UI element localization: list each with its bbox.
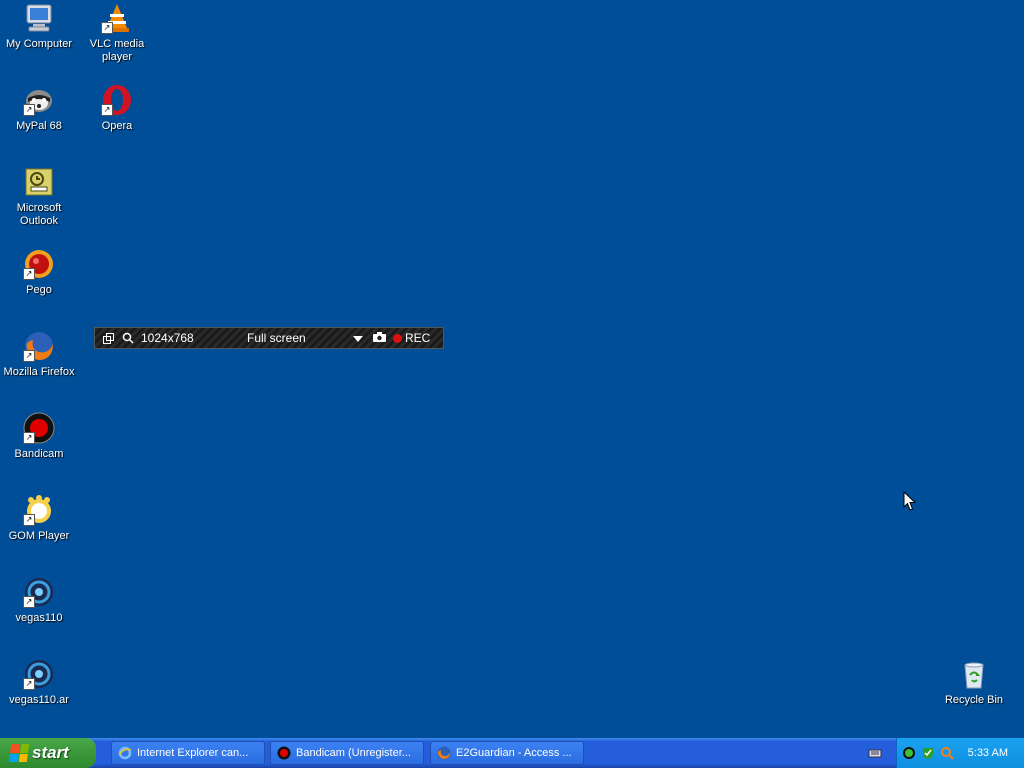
bandicam-capture-bar[interactable]: 1024x768 Full screen REC [94, 327, 444, 349]
clock[interactable]: 5:33 AM [968, 747, 1008, 759]
desktop-icon-label: VLC media player [89, 38, 145, 63]
magnifier-icon[interactable] [121, 331, 135, 345]
desktop-icon-vegas110-ar[interactable]: ↗ vegas110.ar [0, 658, 78, 707]
desktop-icon-bandicam[interactable]: ↗ Bandicam [0, 412, 78, 461]
system-tray: 5:33 AM [896, 738, 1024, 768]
shortcut-arrow-icon: ↗ [101, 22, 113, 34]
camera-icon[interactable] [373, 331, 389, 345]
shortcut-arrow-icon: ↗ [101, 104, 113, 116]
window-select-icon[interactable] [101, 331, 115, 345]
shortcut-arrow-icon: ↗ [23, 104, 35, 116]
desktop-icon-vegas110[interactable]: ↗ vegas110 [0, 576, 78, 625]
desktop-icon-opera[interactable]: ↗ Opera [78, 84, 156, 133]
security-shield-icon[interactable] [921, 746, 935, 760]
desktop-icon-label: GOM Player [8, 530, 70, 542]
chevron-down-icon[interactable] [353, 331, 367, 345]
desktop-icon-mypal[interactable]: ↗ MyPal 68 [0, 84, 78, 133]
network-status-icon[interactable] [902, 746, 916, 760]
record-button[interactable]: REC [393, 331, 430, 345]
bandicam-icon: ↗ [23, 412, 55, 444]
desktop-icon-my-computer[interactable]: My Computer [0, 2, 78, 51]
desktop-icon-label: Bandicam [14, 448, 64, 460]
windows-logo-icon [8, 744, 30, 762]
gom-player-icon: ↗ [23, 494, 55, 526]
taskbar-button-internet-explorer[interactable]: Internet Explorer can... [111, 741, 265, 765]
desktop-icon-label: Opera [101, 120, 133, 132]
desktop-icon-label: vegas110.ar [9, 694, 69, 706]
taskbar-button-label: Bandicam (Unregister... [296, 747, 411, 759]
shortcut-arrow-icon: ↗ [23, 678, 35, 690]
keyboard-icon[interactable] [868, 746, 882, 760]
start-label: start [32, 743, 69, 762]
internet-explorer-icon [118, 746, 132, 760]
capture-mode-label[interactable]: Full screen [247, 331, 347, 345]
pego-icon: ↗ [23, 248, 55, 280]
search-icon[interactable] [940, 746, 954, 760]
capture-resolution: 1024x768 [141, 331, 194, 345]
my-computer-icon [23, 2, 55, 34]
bandicam-icon [277, 746, 291, 760]
vlc-icon: ↗ [101, 2, 133, 34]
desktop-icon-recycle-bin[interactable]: Recycle Bin [935, 658, 1013, 707]
desktop-icon-gom-player[interactable]: ↗ GOM Player [0, 494, 78, 543]
outlook-icon [23, 166, 55, 198]
firefox-icon [437, 746, 451, 760]
firefox-icon: ↗ [23, 330, 55, 362]
taskbar-button-label: Internet Explorer can... [137, 747, 249, 759]
opera-icon: ↗ [101, 84, 133, 116]
shortcut-arrow-icon: ↗ [23, 350, 35, 362]
desktop-icon-pego[interactable]: ↗ Pego [0, 248, 78, 297]
record-dot-icon [393, 333, 402, 343]
mouse-cursor-icon [903, 490, 917, 514]
vegas-icon: ↗ [23, 576, 55, 608]
start-button[interactable]: start [0, 738, 96, 768]
taskbar-button-bandicam[interactable]: Bandicam (Unregister... [270, 741, 424, 765]
shortcut-arrow-icon: ↗ [23, 432, 35, 444]
record-label: REC [405, 331, 431, 345]
desktop-icon-label: My Computer [5, 38, 73, 50]
desktop-icon-outlook[interactable]: Microsoft Outlook [0, 166, 78, 228]
desktop-icon-label: Mozilla Firefox [3, 366, 75, 378]
recycle-bin-icon [958, 658, 990, 690]
shortcut-arrow-icon: ↗ [23, 268, 35, 280]
desktop-icon-vlc[interactable]: ↗ VLC media player [78, 2, 156, 64]
taskbar: start Internet Explorer can... Bandicam … [0, 738, 1024, 768]
desktop-icon-label: vegas110 [15, 612, 63, 624]
desktop-icon-label: MyPal 68 [16, 120, 62, 132]
shortcut-arrow-icon: ↗ [23, 514, 35, 526]
desktop-icon-firefox[interactable]: ↗ Mozilla Firefox [0, 330, 78, 379]
desktop-icon-label: Recycle Bin [944, 694, 1004, 706]
shortcut-arrow-icon: ↗ [23, 596, 35, 608]
desktop-icon-label: Microsoft Outlook [16, 202, 62, 227]
taskbar-button-e2guardian[interactable]: E2Guardian - Access ... [430, 741, 584, 765]
mypal-icon: ↗ [23, 84, 55, 116]
desktop-icon-label: Pego [26, 284, 52, 296]
vegas-icon: ↗ [23, 658, 55, 690]
taskbar-button-label: E2Guardian - Access ... [456, 747, 572, 759]
